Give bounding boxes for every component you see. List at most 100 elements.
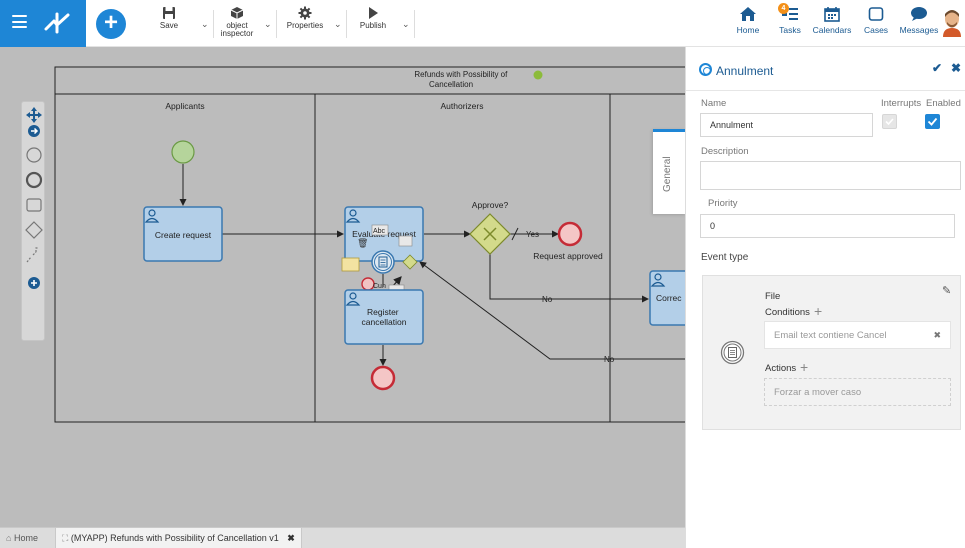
nav-cases-label: Cases: [863, 25, 889, 35]
gateway-tool-icon[interactable]: [25, 221, 43, 239]
gear-icon: [298, 6, 312, 20]
tab-home-label: Home: [13, 533, 38, 543]
app-logo[interactable]: [43, 10, 73, 34]
task-tool-icon[interactable]: [26, 198, 42, 212]
publish-dropdown-icon[interactable]: ⌄: [402, 19, 410, 30]
properties-button[interactable]: Properties: [282, 4, 328, 44]
file-event-icon: [720, 340, 745, 365]
enabled-label: Enabled: [926, 98, 961, 109]
check-mark-icon: [927, 117, 938, 126]
actions-label: Actions: [765, 363, 797, 374]
hamburger-icon[interactable]: [12, 15, 27, 28]
gateway-approve-label: Approve?: [472, 200, 509, 210]
bpmn-diagram: Refunds with Possibility of Cancellation…: [54, 66, 685, 423]
play-icon: [369, 7, 378, 19]
tab-model[interactable]: ⛶ (MYAPP) Refunds with Possibility of Ca…: [55, 528, 302, 548]
flow-no-2-label: No: [604, 355, 615, 364]
diagram-canvas[interactable]: Refunds with Possibility of Cancellation…: [0, 47, 685, 527]
properties-label: Properties: [286, 21, 324, 30]
condition-item[interactable]: Email text contiene Cancel ✖: [764, 321, 951, 349]
add-action-icon[interactable]: +: [800, 359, 808, 375]
nav-messages-label: Messages: [899, 25, 939, 35]
nav-home[interactable]: Home: [731, 6, 765, 35]
end-event-cancelled[interactable]: [370, 365, 396, 391]
more-tools-icon[interactable]: [28, 277, 40, 289]
description-textarea[interactable]: [700, 161, 961, 190]
plus-icon: +: [103, 9, 118, 36]
action-item[interactable]: Forzar a mover caso: [764, 378, 951, 406]
calendar-icon: [824, 7, 840, 22]
nav-calendars-label: Calendars: [812, 25, 852, 35]
name-label: Name: [701, 98, 727, 109]
event-type-label: Event type: [701, 252, 749, 263]
toolbar-divider: [346, 10, 347, 38]
connector-tool-icon[interactable]: [26, 247, 39, 263]
nav-home-label: Home: [736, 25, 760, 35]
flow-no-1-label: No: [542, 295, 553, 304]
home-icon: ⌂: [6, 533, 12, 543]
pool-title-line-2: Cancellation: [429, 80, 473, 89]
check-mark-icon: [885, 118, 894, 126]
tab-general-label: General: [662, 156, 673, 192]
document-tabs: ⌂ Home ⛶ (MYAPP) Refunds with Possibilit…: [0, 527, 685, 548]
tab-general[interactable]: General: [653, 129, 685, 214]
priority-field[interactable]: 0: [700, 214, 955, 238]
remove-condition-icon[interactable]: ✖: [933, 322, 941, 349]
add-button[interactable]: +: [96, 9, 126, 39]
task-register-cancellation-label: Register cancellation: [362, 307, 407, 327]
boundary-event-annulment[interactable]: [371, 250, 395, 274]
end-event-approved[interactable]: [557, 221, 583, 247]
name-field[interactable]: Annulment: [700, 113, 873, 137]
task-create-request[interactable]: Create request: [143, 206, 223, 262]
home-icon: [740, 7, 756, 21]
avatar[interactable]: [942, 9, 962, 37]
start-event-tool-icon[interactable]: [26, 147, 42, 163]
save-icon: [163, 7, 175, 19]
move-tool-icon[interactable]: [26, 107, 42, 123]
lane-applicants-label: Applicants: [165, 101, 204, 111]
enabled-checkbox[interactable]: [925, 114, 940, 129]
description-label: Description: [701, 146, 749, 157]
tab-model-label: (MYAPP) Refunds with Possibility of Canc…: [70, 533, 279, 543]
arrow-tool-icon[interactable]: [28, 125, 40, 137]
lane-authorizers-label: Authorizers: [441, 101, 484, 111]
nav-tasks[interactable]: 4 Tasks: [775, 3, 805, 35]
save-button[interactable]: Save: [150, 4, 188, 44]
pencil-icon[interactable]: ✎: [942, 284, 951, 297]
priority-label: Priority: [708, 198, 738, 209]
panel-header: Annulment ✔ ✖: [686, 47, 965, 91]
nav-messages[interactable]: Messages: [899, 6, 939, 35]
cube-icon: [230, 7, 244, 19]
end-event-approved-label: Request approved: [533, 251, 603, 261]
context-append-data[interactable]: [341, 257, 360, 272]
task-register-cancellation[interactable]: Register cancellation: [344, 289, 424, 345]
chat-icon: [911, 7, 927, 21]
element-palette: [21, 101, 45, 341]
tasks-badge: 4: [778, 3, 789, 14]
close-icon[interactable]: ✖: [951, 61, 961, 75]
save-dropdown-icon[interactable]: ⌄: [201, 19, 209, 30]
object-inspector-button[interactable]: object inspector: [216, 4, 258, 44]
tab-home[interactable]: ⌂ Home: [0, 528, 44, 548]
properties-dropdown-icon[interactable]: ⌄: [334, 19, 342, 30]
trash-icon[interactable]: 🗑: [357, 238, 368, 249]
check-icon[interactable]: ✔: [932, 61, 942, 75]
context-append-task[interactable]: [398, 235, 413, 247]
inspector-dropdown-icon[interactable]: ⌄: [264, 19, 272, 30]
publish-button[interactable]: Publish: [356, 4, 390, 44]
palette-tools: [25, 107, 43, 289]
event-type-box: ✎ File Conditions + Email text contiene …: [702, 275, 961, 430]
inspector-label: object inspector: [220, 21, 254, 38]
task-correct[interactable]: Correc: [649, 270, 685, 326]
nav-tasks-label: Tasks: [779, 25, 801, 35]
start-event[interactable]: [171, 140, 195, 164]
interrupts-checkbox[interactable]: [882, 114, 897, 129]
process-icon: ⛶: [62, 533, 69, 543]
top-toolbar: + Save ⌄ object inspector ⌄ Properties ⌄…: [0, 0, 965, 47]
nav-cases[interactable]: Cases: [862, 6, 890, 35]
add-condition-icon[interactable]: +: [814, 303, 822, 319]
flow-yes-label: Yes: [526, 230, 539, 239]
close-tab-icon[interactable]: ✖: [287, 533, 295, 543]
nav-calendars[interactable]: Calendars: [812, 6, 852, 35]
end-event-tool-icon[interactable]: [25, 171, 43, 189]
